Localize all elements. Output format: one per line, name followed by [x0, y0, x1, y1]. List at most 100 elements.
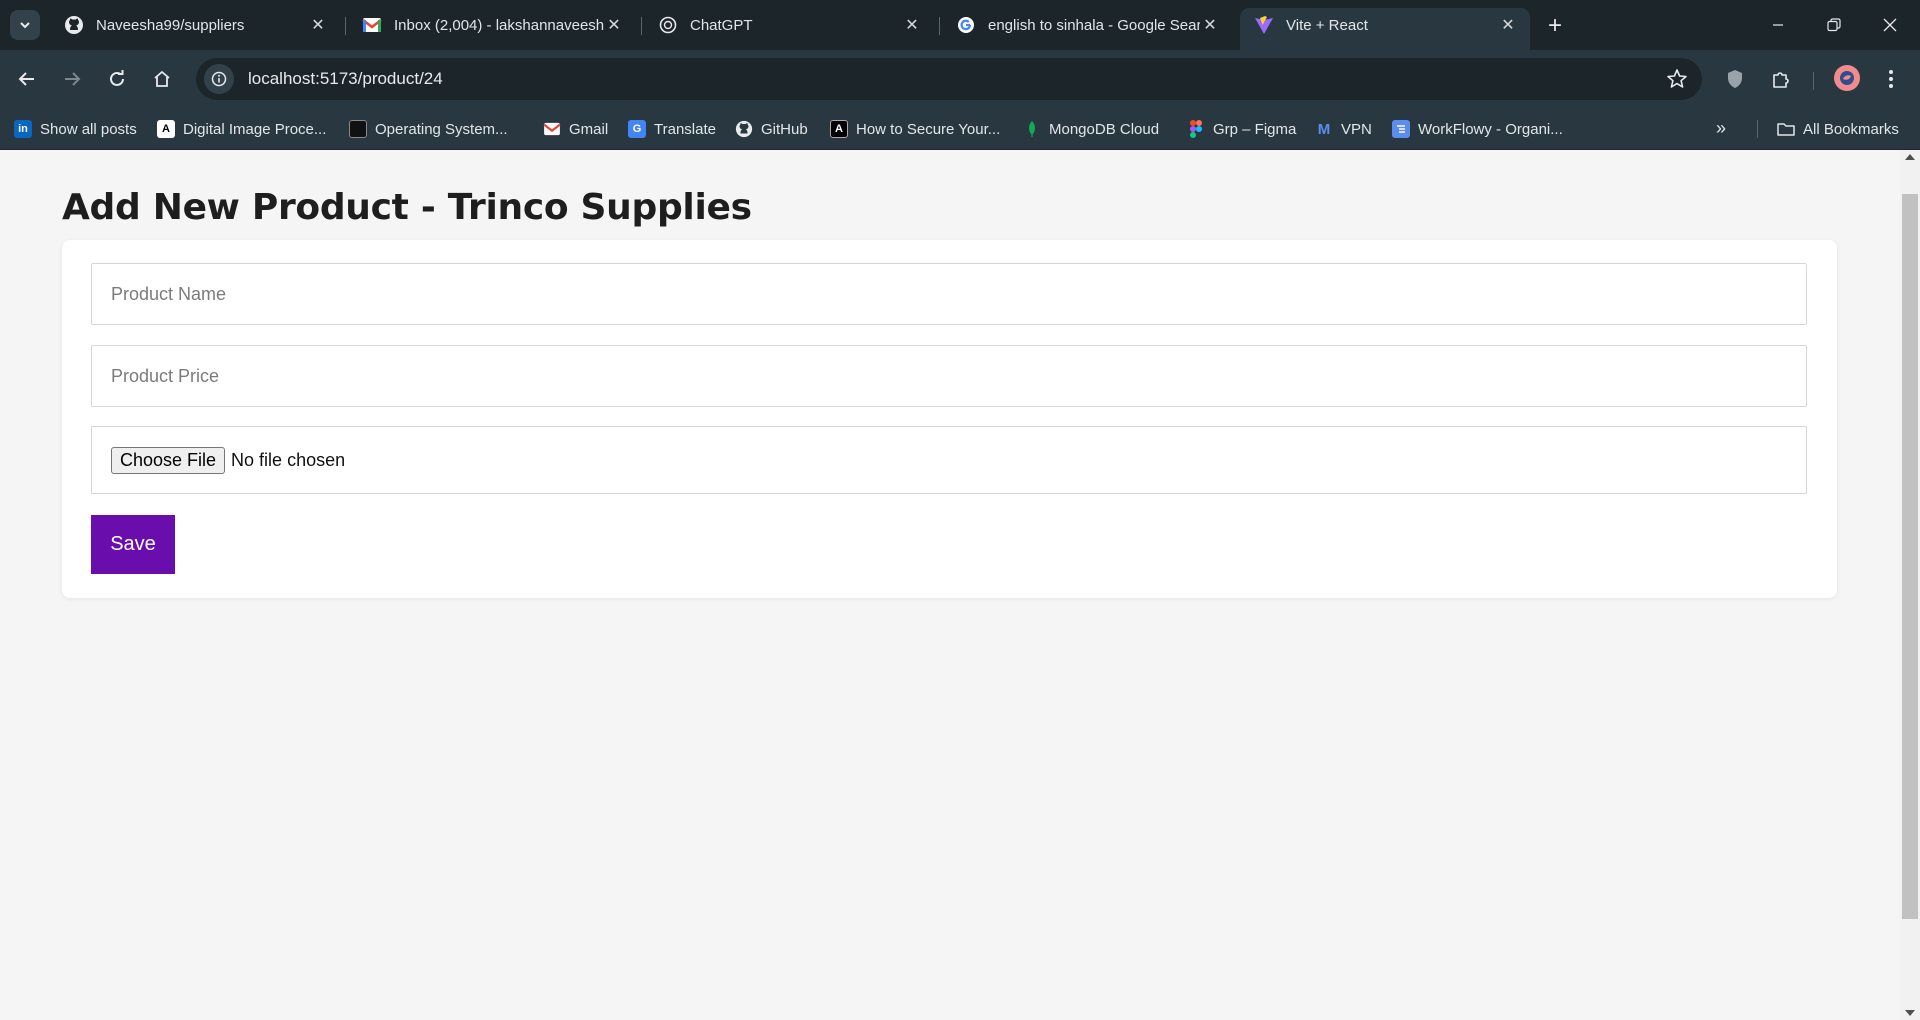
close-icon[interactable]: ✕ — [1200, 15, 1220, 35]
linkedin-icon: in — [14, 120, 32, 138]
file-status-text: No file chosen — [231, 449, 346, 470]
bookmark-label: Gmail — [569, 120, 609, 138]
bookmark-show-all-posts[interactable]: in Show all posts — [14, 116, 137, 142]
shield-extension-icon[interactable] — [1720, 64, 1750, 94]
chevron-down-icon — [20, 22, 30, 29]
bracket-a-icon: A — [830, 120, 848, 138]
scroll-down-arrow-icon[interactable] — [1905, 1010, 1915, 1016]
bookmark-label: Digital Image Proce... — [183, 120, 327, 138]
tab-title: english to sinhala - Google Sear — [988, 16, 1200, 34]
letter-a-icon: A — [157, 120, 175, 138]
bookmark-label: Show all posts — [40, 120, 137, 138]
tab-google-search[interactable]: english to sinhala - Google Sear ✕ — [942, 8, 1232, 42]
close-icon[interactable]: ✕ — [308, 15, 328, 35]
bookmark-label: WorkFlowy - Organi... — [1418, 120, 1563, 138]
gmail-icon: M — [1317, 120, 1331, 138]
tab-vite-react[interactable]: Vite + React ✕ — [1240, 8, 1530, 50]
tab-search-button[interactable] — [10, 10, 40, 40]
scrollbar-thumb[interactable] — [1902, 194, 1918, 919]
github-icon — [64, 15, 84, 35]
arrow-right-icon — [65, 72, 81, 86]
tab-chatgpt[interactable]: ChatGPT ✕ — [644, 8, 934, 42]
tab-title: Inbox (2,004) - lakshannaveesha — [394, 16, 604, 34]
product-price-input[interactable] — [91, 345, 1807, 407]
bookmark-how-to-secure[interactable]: A How to Secure Your... — [830, 116, 1000, 142]
more-menu-icon[interactable] — [1876, 64, 1906, 94]
file-input[interactable]: Choose File No file chosen — [91, 426, 1807, 494]
bookmark-label: Grp – Figma — [1213, 120, 1297, 138]
tab-title: Vite + React — [1286, 16, 1368, 34]
tab-separator — [641, 17, 642, 35]
bookmark-label: GitHub — [761, 120, 808, 138]
bookmark-mongodb-cloud[interactable]: MongoDB Cloud — [1023, 116, 1159, 142]
close-icon[interactable]: ✕ — [1498, 15, 1518, 35]
scroll-up-arrow-icon[interactable] — [1905, 154, 1915, 160]
bookmark-workflowy[interactable]: WorkFlowy - Organi... — [1392, 116, 1563, 142]
bookmark-label: Operating System... — [375, 120, 508, 138]
translate-icon: G — [628, 120, 646, 138]
bookmark-vpn[interactable]: M VPN — [1315, 116, 1372, 142]
close-icon[interactable]: ✕ — [902, 15, 922, 35]
product-name-input[interactable] — [91, 263, 1807, 325]
bookmark-label: MongoDB Cloud — [1049, 120, 1160, 138]
bookmark-grp-figma[interactable]: Grp – Figma — [1187, 116, 1296, 142]
choose-file-button[interactable]: Choose File — [111, 446, 226, 474]
tab-gmail-inbox[interactable]: Inbox (2,004) - lakshannaveesha ✕ — [348, 8, 636, 42]
tab-separator — [939, 17, 940, 35]
tab-title: Naveesha99/suppliers — [96, 16, 245, 34]
page-title: Add New Product - Trinco Supplies — [62, 187, 752, 228]
avatar-icon — [1840, 71, 1854, 85]
mongodb-leaf-icon — [1023, 120, 1041, 138]
all-bookmarks-button[interactable]: All Bookmarks — [1777, 116, 1899, 142]
bookmark-gmail[interactable]: Gmail — [543, 116, 608, 142]
minimize-button[interactable] — [1750, 0, 1806, 50]
close-icon — [1883, 18, 1897, 32]
profile-avatar[interactable] — [1834, 65, 1860, 91]
close-window-button[interactable] — [1862, 0, 1918, 50]
back-button[interactable] — [10, 62, 44, 96]
new-tab-button[interactable]: + — [1540, 11, 1570, 41]
tab-github-suppliers[interactable]: Naveesha99/suppliers ✕ — [50, 8, 340, 42]
vertical-scrollbar[interactable] — [1900, 150, 1920, 1020]
toolbar-separator — [1813, 72, 1814, 90]
bookmark-digital-image[interactable]: A Digital Image Proce... — [157, 116, 326, 142]
bookmark-translate[interactable]: G Translate — [628, 116, 716, 142]
bookmark-operating-system[interactable]: Operating System... — [349, 116, 508, 142]
google-icon — [956, 15, 976, 35]
bookmark-star-icon[interactable] — [1666, 68, 1688, 95]
bookmarks-separator — [1757, 120, 1758, 138]
gmail-icon — [362, 15, 382, 35]
product-form-card: Choose File No file chosen Save — [62, 240, 1837, 598]
figma-icon — [1187, 120, 1205, 138]
reload-button[interactable] — [100, 62, 134, 96]
forward-button[interactable] — [55, 62, 89, 96]
reload-icon — [110, 70, 124, 86]
home-button[interactable] — [145, 62, 179, 96]
page-viewport: Add New Product - Trinco Supplies Choose… — [0, 150, 1900, 1020]
tab-separator — [345, 17, 346, 35]
bookmarks-bar: in Show all posts A Digital Image Proce.… — [0, 108, 1920, 150]
gmail-icon — [543, 120, 561, 138]
tab-title: ChatGPT — [690, 16, 753, 34]
restore-button[interactable] — [1806, 0, 1862, 50]
browser-toolbar: localhost:5173/product/24 — [0, 50, 1920, 108]
github-icon — [735, 120, 753, 138]
site-info-icon[interactable] — [204, 64, 234, 94]
save-button[interactable]: Save — [91, 515, 175, 574]
vite-icon — [1254, 15, 1274, 35]
bookmark-github[interactable]: GitHub — [735, 116, 808, 142]
home-icon — [154, 70, 170, 87]
bookmark-label: How to Secure Your... — [856, 120, 1001, 138]
minimize-icon — [1773, 24, 1783, 26]
all-bookmarks-label: All Bookmarks — [1803, 120, 1899, 138]
close-icon[interactable]: ✕ — [604, 15, 624, 35]
folder-icon — [1777, 120, 1795, 138]
workflowy-icon — [1392, 120, 1410, 138]
bookmark-label: VPN — [1341, 120, 1372, 138]
bookmarks-overflow-icon[interactable]: » — [1716, 118, 1726, 139]
book-icon — [349, 120, 367, 138]
extensions-puzzle-icon[interactable] — [1766, 64, 1796, 94]
tab-strip: Naveesha99/suppliers ✕ Inbox (2,004) - l… — [0, 0, 1920, 50]
url-text[interactable]: localhost:5173/product/24 — [248, 69, 443, 89]
address-bar[interactable]: localhost:5173/product/24 — [196, 58, 1702, 100]
